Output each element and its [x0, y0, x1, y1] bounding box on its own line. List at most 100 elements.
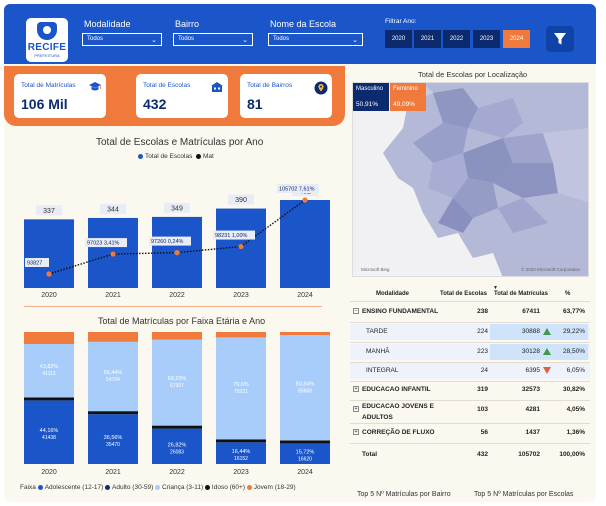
table-row[interactable]: TARDE 224 30888 29,22% [350, 323, 590, 341]
label-adulto-pct: 15,72% [296, 450, 315, 456]
chevron-down-icon: ⌄ [352, 37, 358, 44]
bar-idoso-2020 [24, 397, 74, 401]
filter-value-modalidade: Todos [87, 36, 104, 42]
filter-select-escola[interactable]: Todos ⌄ [268, 33, 363, 46]
table-total-row: Total 432 105702 100,00% [350, 446, 590, 464]
row-modalidade: INTEGRAL [366, 367, 399, 374]
row-escolas: 238 [477, 308, 488, 315]
year-button-2024[interactable]: 2024 [503, 30, 530, 48]
bar-label-escolas: 337 [43, 208, 55, 215]
row-modalidade: MANHÃ [366, 348, 390, 355]
gender-label: Masculino [356, 86, 384, 92]
label-crianca-value: 41113 [42, 371, 55, 377]
label-crianca-value: 54704 [106, 377, 120, 383]
filter-select-bairro[interactable]: Todos ⌄ [173, 33, 253, 46]
label-crianca-value: 67307 [170, 383, 184, 389]
row-modalidade: EDUCACAO JOVENS E [362, 403, 434, 410]
legend-title: Faixa [20, 484, 38, 491]
filter-value-escola: Todos [273, 36, 290, 42]
legend-label: Idoso (60+) [211, 484, 247, 491]
row-modalidade-line2: ADULTOS [362, 414, 393, 421]
filter-label-bairro: Bairro [175, 19, 200, 29]
x-tick-label: 2021 [105, 469, 121, 476]
map-escolas-localizacao[interactable]: Masculino 50,91% Feminino 49,09% Microso… [352, 82, 589, 277]
table-row[interactable]: + CORREÇÃO DE FLUXO 56 1437 1,36% [350, 424, 590, 442]
row-escolas: 103 [477, 406, 488, 413]
map-regions [383, 83, 588, 276]
row-pct: 6,05% [566, 367, 585, 374]
bar-idoso-2024 [280, 440, 330, 444]
bar-jovem-2020 [24, 332, 74, 344]
x-tick-label: 2021 [105, 292, 121, 299]
row-matriculas: 32573 [521, 386, 540, 393]
map-brand: Microsoft Bing [361, 267, 390, 272]
point-mat-2022 [174, 250, 180, 256]
expand-icon[interactable]: + [353, 386, 359, 392]
legend-label: Adulto (30-59) [112, 484, 156, 491]
table-header-modalidade[interactable]: Modalidade [376, 291, 409, 297]
total-escolas: 432 [477, 451, 488, 458]
row-modalidade: ENSINO FUNDAMENTAL [362, 308, 439, 315]
row-modalidade: CORREÇÃO DE FLUXO [362, 429, 435, 436]
total-pct: 100,00% [559, 451, 585, 458]
x-tick-label: 2020 [41, 469, 57, 476]
label-adulto-pct: 44,16% [40, 428, 59, 434]
link-top5-bairro[interactable]: Top 5 Nº Matrículas por Bairro [357, 491, 451, 498]
table-row[interactable]: MANHÃ 223 30128 28,50% [350, 343, 590, 361]
point-label-mat: 97260 0,24% [151, 239, 184, 245]
filter-toggle-button[interactable] [546, 26, 574, 52]
label-adulto-value: 35470 [106, 442, 120, 448]
collapse-icon[interactable]: − [353, 308, 359, 314]
point-label-mat: 93827 [27, 261, 42, 267]
logo-text: RECIFE [27, 42, 67, 53]
year-button-2021[interactable]: 2021 [414, 30, 441, 48]
gender-tile-masculino[interactable]: Masculino 50,91% [353, 83, 389, 111]
table-row[interactable]: − ENSINO FUNDAMENTAL 238 67411 63,77% [350, 303, 590, 321]
label-crianca-pct: 56,44% [104, 370, 123, 376]
link-top5-escolas[interactable]: Top 5 Nº Matrículas por Escolas [474, 491, 573, 498]
filter-select-modalidade[interactable]: Todos ⌄ [82, 33, 162, 46]
table-row[interactable]: + EDUCACAO INFANTIL 319 32573 30,82% [350, 381, 590, 399]
sort-down-icon[interactable]: ▼ [493, 285, 498, 291]
kpi-label: Total de Matrículas [21, 82, 76, 89]
row-matriculas: 6395 [525, 367, 540, 374]
kpi-card-escolas: Total de Escolas 432 [136, 74, 228, 118]
row-matriculas: 30128 [521, 348, 540, 355]
row-modalidade: EDUCACAO INFANTIL [362, 386, 431, 393]
table-header-pct[interactable]: % [565, 291, 570, 297]
expand-icon[interactable]: + [353, 429, 359, 435]
label-crianca-pct: 43,82% [40, 364, 59, 370]
trend-up-icon [543, 328, 551, 335]
location-pin-icon [314, 81, 328, 95]
year-button-2020[interactable]: 2020 [385, 30, 412, 48]
kpi-label: Total de Bairros [247, 82, 293, 89]
point-label-mat: 98231 1,00% [215, 233, 248, 239]
label-crianca-value: 78221 [234, 389, 248, 395]
chart2-title: Total de Matrículas por Faixa Etária e A… [98, 316, 266, 326]
row-matriculas: 4281 [525, 406, 540, 413]
year-button-2022[interactable]: 2022 [443, 30, 470, 48]
label-adulto-pct: 16,44% [232, 449, 251, 455]
label-crianca-pct: 79,6% [233, 382, 249, 388]
table-row[interactable]: + EDUCACAO JOVENS E ADULTOS 103 4281 4,05% [350, 401, 590, 421]
table-header-matriculas[interactable]: Total de Matrículas [494, 291, 548, 297]
point-mat-2024 [302, 197, 308, 203]
legend-label: Jovem (18-29) [253, 484, 296, 491]
point-label-mat: 97023 3,41% [87, 241, 120, 247]
bar-idoso-2023 [216, 439, 266, 443]
row-pct: 29,22% [562, 328, 585, 335]
map-title: Total de Escolas por Localização [418, 70, 528, 79]
label-adulto-value: 16620 [298, 457, 312, 463]
table-row[interactable]: INTEGRAL 24 6395 6,05% [350, 362, 590, 380]
expand-icon[interactable]: + [353, 406, 359, 412]
table-header-escolas[interactable]: Total de Escolas [440, 291, 487, 297]
year-button-2023[interactable]: 2023 [473, 30, 500, 48]
bar-jovem-2021 [88, 332, 138, 342]
school-icon [211, 82, 223, 92]
row-escolas: 319 [477, 386, 488, 393]
legend-dot [204, 484, 210, 490]
legend-label-escolas: Total de Escolas [145, 153, 193, 160]
chart1-legend: Total de Escolas Mat [138, 153, 214, 160]
label-adulto-pct: 26,82% [168, 442, 187, 448]
gender-tile-feminino[interactable]: Feminino 49,09% [390, 83, 426, 111]
